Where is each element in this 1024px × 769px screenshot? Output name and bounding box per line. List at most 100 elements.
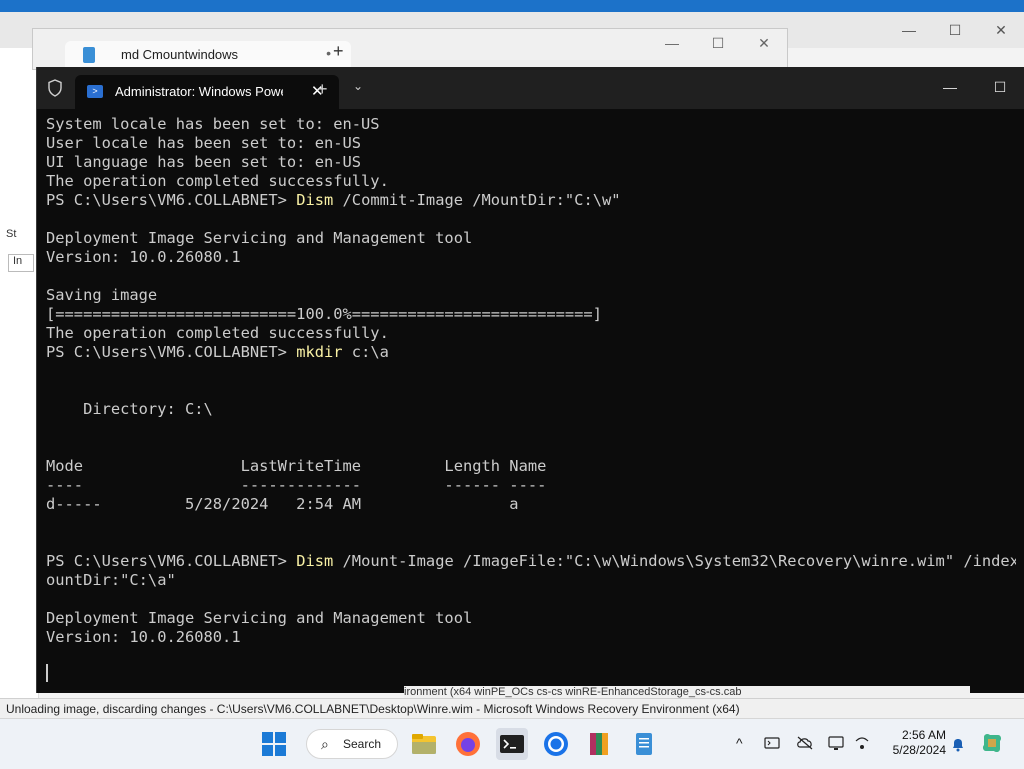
terminal-text: Deployment Image Servicing and Managemen…: [46, 229, 473, 247]
status-text: Unloading image, discarding changes - C:…: [6, 702, 740, 716]
search-box[interactable]: ⌕ Search: [306, 729, 398, 759]
terminal-window-controls: — ☐: [925, 75, 1024, 99]
notepad-icon: [83, 47, 95, 63]
chevron-down-icon[interactable]: ⌄: [353, 79, 363, 93]
notepad-maximize-button[interactable]: ☐: [695, 31, 741, 55]
background-sidebar: St In: [0, 48, 39, 718]
background-log-text: ironment (x64 winPE_OCs cs-cs winRE-Enha…: [404, 686, 970, 698]
close-button[interactable]: ✕: [978, 18, 1024, 42]
terminal-text: ountDir:"C:\a": [46, 571, 176, 589]
terminal-text: d----- 5/28/2024 2:54 AM a: [46, 495, 519, 513]
terminal-line: PS C:\Users\VM6.COLLABNET> Dism /Mount-I…: [46, 552, 1016, 571]
firefox-icon[interactable]: [452, 728, 484, 760]
terminal-text: Version: 10.0.26080.1: [46, 248, 241, 266]
terminal-text: PS C:\Users\VM6.COLLABNET>: [46, 343, 297, 361]
maximize-button[interactable]: ☐: [932, 18, 978, 42]
terminal-line: Saving image: [46, 286, 1016, 305]
tray-chevron-up-icon[interactable]: ^: [736, 735, 743, 751]
terminal-line: Version: 10.0.26080.1: [46, 248, 1016, 267]
notepad-window-controls: — ☐ ✕: [649, 31, 787, 55]
start-icon[interactable]: [258, 728, 290, 760]
terminal-line: Mode LastWriteTime Length Name: [46, 457, 1016, 476]
winrar-icon[interactable]: [584, 728, 616, 760]
minimize-button[interactable]: —: [886, 18, 932, 42]
notepad-new-tab-button[interactable]: +: [333, 41, 344, 62]
copilot-icon[interactable]: [980, 731, 1004, 755]
terminal-tab[interactable]: > Administrator: Windows PowerShell ✕: [75, 75, 339, 109]
admin-shield-icon: [48, 79, 62, 97]
taskbar: ⌕ Search ^ 2:56 AM 5/28/2024: [0, 718, 1024, 769]
terminal-text: Saving image: [46, 286, 158, 304]
clock[interactable]: 2:56 AM 5/28/2024: [880, 728, 946, 758]
terminal-line: Deployment Image Servicing and Managemen…: [46, 229, 1016, 248]
command-name: Dism: [296, 191, 334, 209]
notepad-icon[interactable]: [628, 728, 660, 760]
terminal-line: Version: 10.0.26080.1: [46, 628, 1016, 647]
notepad-window: md Cmountwindows • + — ☐ ✕: [32, 28, 788, 71]
search-label: Search: [343, 737, 382, 751]
network-icon[interactable]: [854, 735, 870, 751]
terminal-line: Directory: C:\: [46, 400, 1016, 419]
terminal-text: [==========================100.0%=======…: [46, 305, 602, 323]
terminal-text: Version: 10.0.26080.1: [46, 628, 241, 646]
sidebar-field[interactable]: In: [8, 254, 34, 272]
status-bar: Unloading image, discarding changes - C:…: [0, 698, 1024, 719]
terminal-text: UI language has been set to: en-US: [46, 153, 362, 171]
command-args: /Mount-Image /ImageFile:"C:\w\Windows\Sy…: [333, 552, 1016, 570]
terminal-line: The operation completed successfully.: [46, 172, 1016, 191]
terminal-line: The operation completed successfully.: [46, 324, 1016, 343]
cloud-offline-icon[interactable]: [796, 735, 814, 751]
terminal-titlebar: > Administrator: Windows PowerShell ✕ + …: [37, 67, 1024, 109]
new-tab-button[interactable]: +: [317, 79, 328, 100]
terminal-text: PS C:\Users\VM6.COLLABNET>: [46, 552, 297, 570]
terminal-window: > Administrator: Windows PowerShell ✕ + …: [36, 67, 1024, 693]
search-icon: ⌕: [321, 736, 329, 752]
terminal-line: PS C:\Users\VM6.COLLABNET> Dism /Commit-…: [46, 191, 1016, 210]
sidebar-label: St: [6, 228, 17, 240]
terminal-line: System locale has been set to: en-US: [46, 115, 1016, 134]
powershell-icon: >: [87, 85, 103, 98]
terminal-output[interactable]: System locale has been set to: en-US User…: [46, 115, 1016, 685]
terminal-tray-icon[interactable]: [764, 735, 780, 751]
terminal-line: Deployment Image Servicing and Managemen…: [46, 609, 1016, 628]
unsaved-dot-icon[interactable]: •: [326, 45, 331, 61]
terminal-icon[interactable]: [496, 728, 528, 760]
clock-time: 2:56 AM: [901, 728, 946, 742]
terminal-line: UI language has been set to: en-US: [46, 153, 1016, 172]
background-window-controls: — ☐ ✕: [886, 18, 1024, 42]
terminal-text: Deployment Image Servicing and Managemen…: [46, 609, 473, 627]
chrome-icon[interactable]: [540, 728, 572, 760]
clock-date: 5/28/2024: [892, 743, 946, 757]
terminal-minimize-button[interactable]: —: [925, 75, 975, 99]
terminal-lines: System locale has been set to: en-US User…: [46, 115, 1016, 647]
terminal-text: PS C:\Users\VM6.COLLABNET>: [46, 191, 297, 209]
command-name: mkdir: [296, 343, 343, 361]
file-explorer-icon[interactable]: [408, 728, 440, 760]
terminal-text: The operation completed successfully.: [46, 172, 389, 190]
terminal-text: System locale has been set to: en-US: [46, 115, 380, 133]
terminal-maximize-button[interactable]: ☐: [975, 75, 1024, 99]
terminal-line: PS C:\Users\VM6.COLLABNET> mkdir c:\a: [46, 343, 1016, 362]
command-args: c:\a: [342, 343, 389, 361]
terminal-line: [==========================100.0%=======…: [46, 305, 1016, 324]
terminal-text: ---- ------------- ------ ----: [46, 476, 547, 494]
display-icon[interactable]: [828, 735, 844, 751]
terminal-text: The operation completed successfully.: [46, 324, 389, 342]
terminal-line: d----- 5/28/2024 2:54 AM a: [46, 495, 1016, 514]
terminal-text: Mode LastWriteTime Length Name: [46, 457, 547, 475]
text-cursor: [46, 664, 48, 682]
notepad-minimize-button[interactable]: —: [649, 31, 695, 55]
terminal-text: Directory: C:\: [46, 400, 213, 418]
notepad-tab-title: md Cmountwindows: [121, 47, 239, 62]
command-name: Dism: [296, 552, 334, 570]
notification-bell-icon[interactable]: [950, 736, 966, 752]
notepad-close-button[interactable]: ✕: [741, 31, 787, 55]
